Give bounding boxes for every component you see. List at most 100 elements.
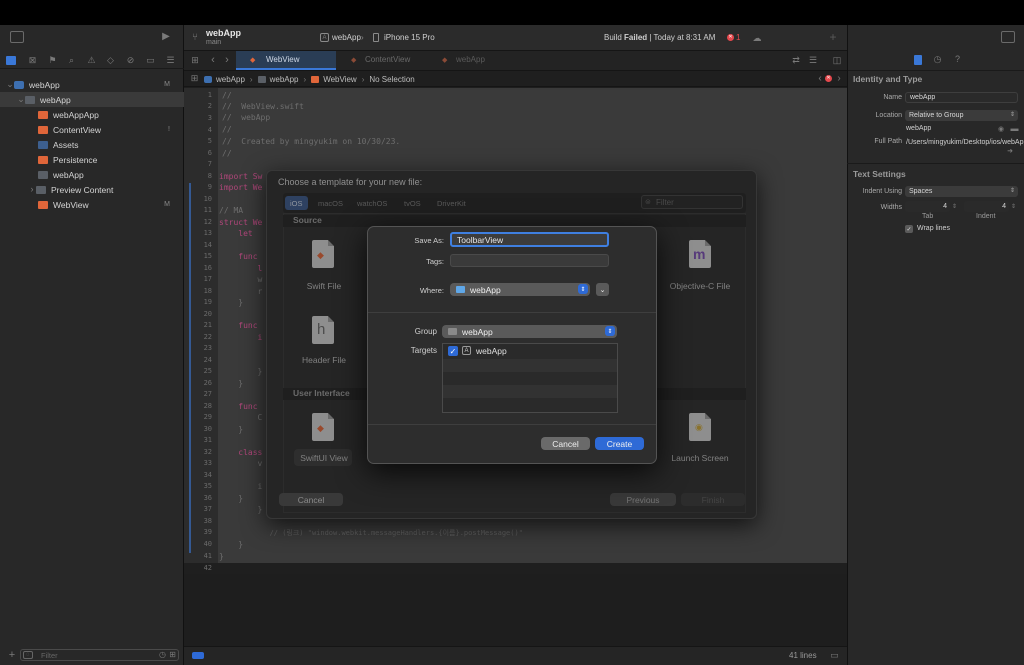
line-number: 4	[207, 126, 212, 134]
tab-webapp[interactable]: ◆ webApp	[428, 51, 518, 70]
nav-item-assets[interactable]: Assets	[0, 137, 184, 152]
navigator-filter-field[interactable]: ◌ Filter ◷ ⊞	[20, 649, 179, 661]
swift-file-icon	[38, 110, 48, 119]
group-popup[interactable]: webApp ⇕	[442, 325, 617, 338]
toggle-panel-icon[interactable]: ▭	[829, 650, 840, 661]
breakpoint-icon[interactable]: ▭	[145, 55, 156, 66]
tab-webview[interactable]: ◆ WebView	[236, 51, 336, 70]
nav-item-persistence[interactable]: Persistence	[0, 152, 184, 167]
previous-issue-icon[interactable]: ‹	[816, 74, 824, 84]
back-icon[interactable]: ‹	[208, 54, 218, 66]
report-icon[interactable]: ☰	[165, 55, 176, 66]
line-number: 1	[207, 91, 212, 99]
reveal-icon[interactable]: ◉	[997, 125, 1005, 133]
location-popup[interactable]: Relative to Group ⇕	[905, 110, 1018, 121]
divider	[368, 312, 656, 313]
scheme-name[interactable]: webApp	[332, 33, 361, 42]
breadcrumb-project[interactable]: webApp	[216, 75, 245, 84]
nav-item-project[interactable]: ⌄ webApp M	[0, 77, 184, 92]
help-icon[interactable]: ?	[952, 54, 963, 65]
find-icon[interactable]: ⌕	[66, 55, 77, 66]
create-button[interactable]: Create	[595, 437, 644, 450]
chevron-right-icon[interactable]: ›	[28, 185, 36, 194]
code-line-15: func	[219, 252, 258, 261]
folder-icon[interactable]: ▬	[1010, 125, 1019, 133]
stepper-icon[interactable]: ⇕	[951, 201, 958, 212]
expand-chevron-icon[interactable]: ⌄	[596, 283, 609, 296]
branch-name[interactable]: main	[206, 39, 221, 46]
location-value: Relative to Group	[909, 112, 964, 119]
line-number: 36	[203, 494, 212, 502]
nav-item-webview[interactable]: WebView M	[0, 197, 184, 212]
target-checkbox[interactable]: ✓	[448, 346, 458, 356]
code-line-19: }	[219, 298, 244, 307]
nav-item-webappapp[interactable]: webAppApp	[0, 107, 184, 122]
nav-item-group-webapp[interactable]: ⌄ webApp	[0, 92, 184, 107]
sidebar-toggle-icon[interactable]	[10, 31, 24, 43]
filter-options-icon[interactable]: ◌	[23, 651, 33, 659]
destination-name[interactable]: iPhone 15 Pro	[384, 33, 435, 42]
nav-item-label: Preview Content	[51, 184, 114, 195]
code-line-21: func	[219, 321, 258, 330]
code-line-39: // (링크) "window.webkit.messageHandlers.{…	[219, 529, 523, 537]
editor-options-icon[interactable]: ☰	[808, 55, 818, 65]
tags-label: Tags:	[426, 257, 444, 266]
indent-width-field[interactable]: 4	[964, 201, 1009, 212]
cancel-button[interactable]: Cancel	[541, 437, 590, 450]
code-line-35: i	[219, 482, 263, 491]
next-issue-icon[interactable]: ›	[835, 74, 843, 84]
error-count[interactable]: 1	[736, 33, 740, 42]
debug-area-icon[interactable]	[192, 652, 204, 659]
divider	[848, 70, 1024, 71]
reveal-in-finder-icon[interactable]: ➜	[1006, 147, 1014, 155]
file-inspector-icon[interactable]	[914, 55, 922, 65]
where-popup[interactable]: webApp ⇕	[450, 283, 590, 296]
build-status: Build Failed | Today at 8:31 AM	[604, 33, 715, 42]
save-as-field[interactable]: ToolbarView	[450, 232, 609, 247]
project-title[interactable]: webApp	[206, 28, 241, 38]
breadcrumb-file[interactable]: WebView	[323, 75, 357, 84]
folder-navigator-icon[interactable]	[6, 56, 16, 65]
run-icon[interactable]: ▶	[160, 31, 172, 43]
nav-item-webapp-entitlements[interactable]: webApp	[0, 167, 184, 182]
error-icon[interactable]: ✕	[727, 34, 734, 41]
bookmark-icon[interactable]: ⚑	[47, 55, 58, 66]
code-line-13: let	[219, 229, 253, 238]
modified-filter-icon[interactable]: ⊞	[169, 650, 176, 659]
recent-files-icon[interactable]: ◷	[159, 650, 166, 659]
stepper-icon[interactable]: ⇕	[1010, 201, 1017, 212]
source-control-icon[interactable]: ⊠	[27, 55, 38, 66]
wrap-lines-checkbox[interactable]: ✓	[905, 225, 913, 233]
line-number: 8	[207, 172, 212, 180]
divider	[847, 163, 1024, 164]
line-number: 16	[203, 264, 212, 272]
breadcrumb-selection[interactable]: No Selection	[369, 75, 414, 84]
library-add-icon[interactable]: +	[827, 31, 839, 43]
build-status-result: Failed	[624, 33, 648, 42]
related-items-icon[interactable]: ⊞	[190, 55, 200, 65]
forward-icon[interactable]: ›	[222, 54, 232, 66]
chevron-down-icon[interactable]: ⌄	[17, 95, 25, 104]
debug-icon[interactable]: ⊘	[125, 55, 136, 66]
nav-item-contentview[interactable]: ContentView !	[0, 122, 184, 137]
chevron-down-icon[interactable]: ⌄	[6, 80, 14, 89]
issue-icon[interactable]: ⚠	[86, 55, 97, 66]
nav-item-label: WebView	[53, 199, 89, 210]
tags-field[interactable]	[450, 254, 609, 267]
name-field[interactable]: webApp	[905, 92, 1018, 103]
tab-width-field[interactable]: 4	[905, 201, 950, 212]
tab-contentview[interactable]: ◆ ContentView	[337, 51, 427, 70]
history-icon[interactable]: ◷	[932, 54, 943, 65]
add-icon[interactable]: +	[7, 649, 17, 660]
indent-using-popup[interactable]: Spaces ⇕	[905, 186, 1018, 197]
test-icon[interactable]: ◇	[105, 55, 116, 66]
folder-icon	[257, 75, 266, 83]
code-line-28: func	[219, 402, 258, 411]
split-editor-icon[interactable]: ◫	[832, 55, 842, 65]
error-icon[interactable]: ✕	[825, 75, 832, 82]
refresh-icon[interactable]: ⇄	[791, 55, 801, 65]
grid-icon[interactable]: ⊞	[190, 74, 199, 83]
breadcrumb-group[interactable]: webApp	[270, 75, 299, 84]
inspector-toggle-icon[interactable]	[1001, 31, 1015, 43]
nav-item-preview-content[interactable]: › Preview Content	[0, 182, 184, 197]
